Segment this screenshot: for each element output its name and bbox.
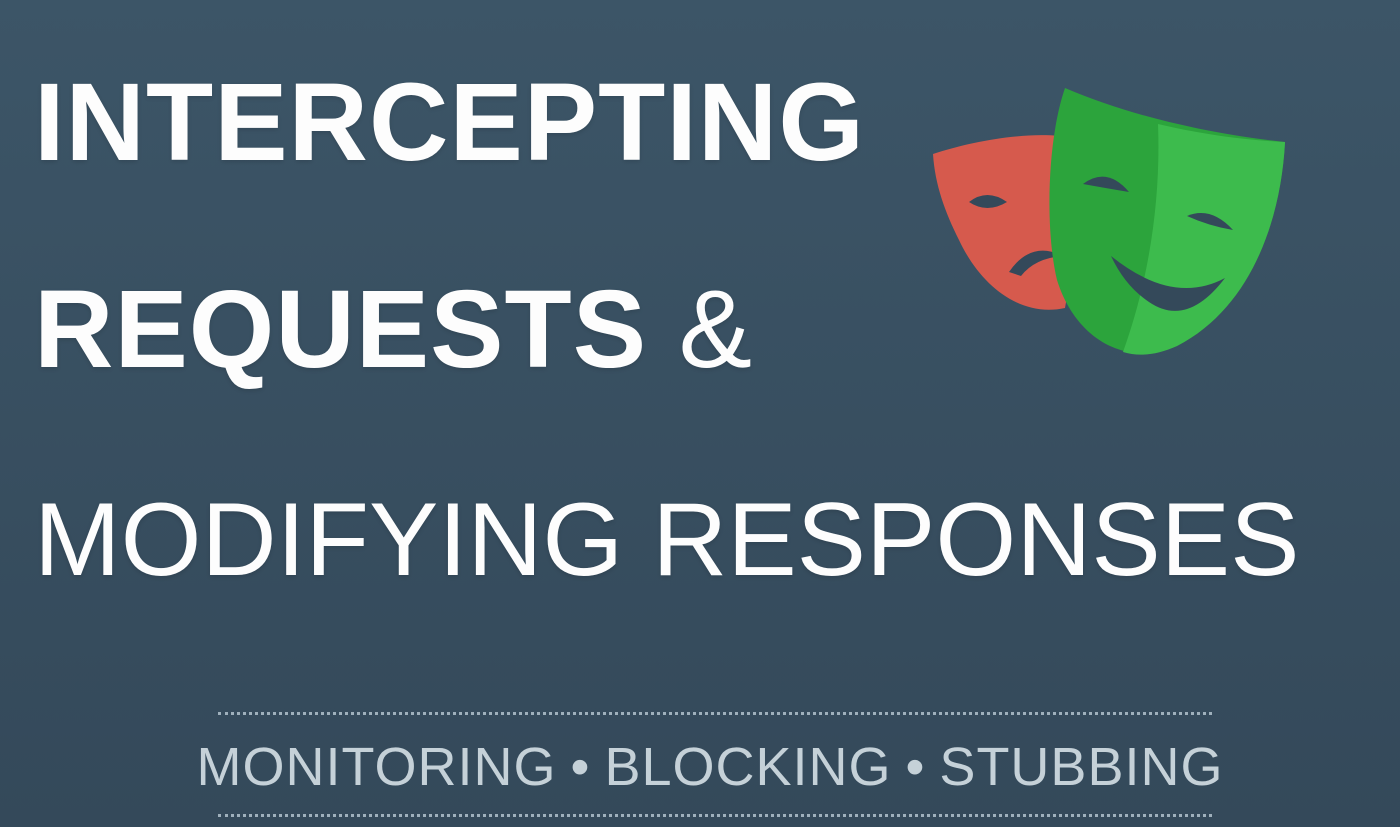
title-line-1: INTERCEPTING xyxy=(34,68,865,178)
title-words-modifying-responses: MODIFYING RESPONSES xyxy=(34,482,1300,598)
dotted-divider-top xyxy=(218,712,1212,715)
title-line-3: MODIFYING RESPONSES xyxy=(34,488,1300,592)
dotted-divider-bottom xyxy=(218,814,1212,817)
happy-mask-icon xyxy=(1049,88,1285,355)
tagline-item-stubbing: STUBBING xyxy=(939,737,1224,797)
title-line-2: REQUESTS & xyxy=(34,275,753,385)
tagline-separator: • xyxy=(570,737,591,797)
tagline-item-blocking: BLOCKING xyxy=(604,737,892,797)
title-word-intercepting: INTERCEPTING xyxy=(34,61,865,184)
tagline: MONITORING • BLOCKING • STUBBING xyxy=(0,740,1400,794)
tagline-item-monitoring: MONITORING xyxy=(196,737,557,797)
title-word-requests: REQUESTS xyxy=(34,268,648,391)
tagline-separator: • xyxy=(905,737,926,797)
theater-masks-icon xyxy=(933,88,1285,355)
title-ampersand: & xyxy=(678,268,754,391)
